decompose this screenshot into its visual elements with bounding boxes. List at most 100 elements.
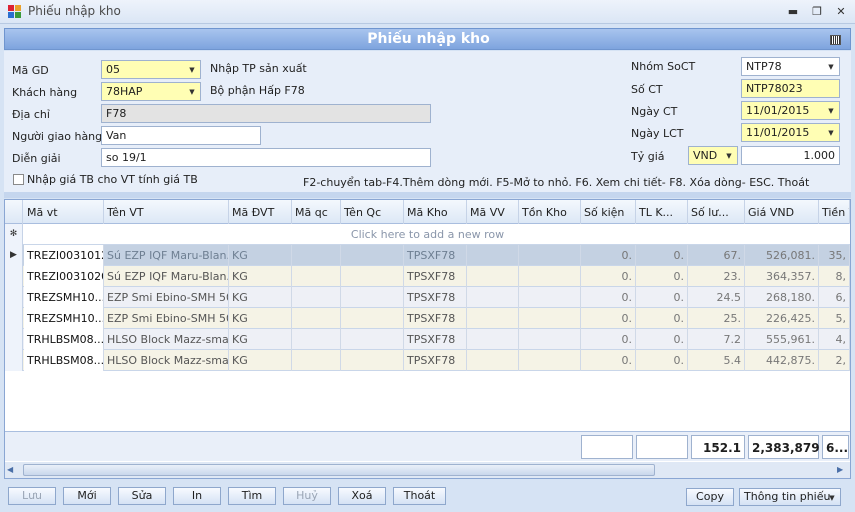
table-cell[interactable]	[341, 329, 404, 350]
table-cell[interactable]: 0.	[636, 287, 688, 308]
table-cell[interactable]: KG	[229, 329, 292, 350]
table-cell[interactable]: 6,	[819, 287, 850, 308]
table-cell[interactable]: Sú EZP IQF Maru-Blan...	[104, 245, 229, 266]
ngay-lct-date-picker[interactable]: 11/01/2015 ▼	[741, 123, 840, 142]
table-cell[interactable]	[341, 287, 404, 308]
table-row[interactable]: TRHLBSM08...HLSO Block Mazz-smar...KG TPS…	[5, 350, 850, 371]
row-indicator[interactable]	[5, 266, 23, 287]
table-cell[interactable]	[341, 245, 404, 266]
table-cell[interactable]: TRHLBSM08...	[24, 329, 104, 350]
table-row[interactable]: ▶ TREZI0031012 Sú EZP IQF Maru-Blan... KG TP…	[5, 245, 850, 266]
table-cell[interactable]: 0.	[636, 308, 688, 329]
save-button[interactable]: Lưu	[8, 487, 56, 505]
gia-tb-checkbox[interactable]	[13, 174, 24, 185]
table-cell[interactable]: 35,	[819, 245, 850, 266]
table-cell[interactable]: EZP Smi Ebino-SMH 50...	[104, 308, 229, 329]
print-button[interactable]: In	[173, 487, 221, 505]
current-row-icon[interactable]: ▶	[5, 245, 23, 266]
table-cell[interactable]: TREZI0031012	[24, 245, 104, 266]
table-cell[interactable]	[292, 350, 341, 371]
dien-giai-input[interactable]: so 19/1	[101, 148, 431, 167]
khach-hang-dropdown[interactable]: 78HAP ▼	[101, 82, 201, 101]
table-cell[interactable]: 23.	[688, 266, 745, 287]
table-cell[interactable]	[519, 245, 581, 266]
so-ct-input[interactable]: NTP78023	[741, 79, 840, 98]
table-cell[interactable]: HLSO Block Mazz-smar...	[104, 329, 229, 350]
table-cell[interactable]: TPSXF78	[404, 245, 467, 266]
chevron-down-icon[interactable]: ▼	[825, 127, 837, 139]
table-cell[interactable]: 442,875.	[745, 350, 819, 371]
table-cell[interactable]: TRHLBSM08...	[24, 350, 104, 371]
column-header[interactable]: Mã qc	[292, 200, 341, 224]
delete-button[interactable]: Xoá	[338, 487, 386, 505]
chevron-down-icon[interactable]: ▼	[825, 61, 837, 73]
chevron-down-icon[interactable]: ▼	[186, 86, 198, 98]
table-cell[interactable]: 8,	[819, 266, 850, 287]
table-cell[interactable]: 0.	[636, 245, 688, 266]
table-cell[interactable]: 0.	[581, 245, 636, 266]
table-cell[interactable]	[292, 287, 341, 308]
table-cell[interactable]	[292, 308, 341, 329]
column-header[interactable]: Số lư...	[688, 200, 745, 224]
table-cell[interactable]	[292, 266, 341, 287]
grip-icon[interactable]	[830, 35, 841, 45]
table-cell[interactable]: TREZSMH10...	[24, 308, 104, 329]
table-cell[interactable]: 0.	[636, 266, 688, 287]
row-indicator[interactable]	[5, 287, 23, 308]
ngay-ct-date-picker[interactable]: 11/01/2015 ▼	[741, 101, 840, 120]
table-cell[interactable]	[519, 266, 581, 287]
new-button[interactable]: Mới	[63, 487, 111, 505]
table-cell[interactable]: EZP Smi Ebino-SMH 50...	[104, 287, 229, 308]
horizontal-scrollbar[interactable]: ◀ ▶	[5, 462, 850, 478]
scroll-right-icon[interactable]: ▶	[837, 465, 847, 475]
table-cell[interactable]: 5.4	[688, 350, 745, 371]
table-cell[interactable]: HLSO Block Mazz-smar...	[104, 350, 229, 371]
table-cell[interactable]: TPSXF78	[404, 266, 467, 287]
column-header[interactable]: TL K...	[636, 200, 688, 224]
table-cell[interactable]: 0.	[636, 350, 688, 371]
chevron-down-icon[interactable]: ▼	[825, 105, 837, 117]
close-button[interactable]: ✕	[830, 3, 852, 20]
table-cell[interactable]: 0.	[581, 350, 636, 371]
table-cell[interactable]	[519, 308, 581, 329]
table-cell[interactable]	[467, 266, 519, 287]
table-cell[interactable]	[292, 329, 341, 350]
chevron-down-icon[interactable]: ▼	[186, 64, 198, 76]
column-header[interactable]: Mã Kho	[404, 200, 467, 224]
exit-button[interactable]: Thoát	[393, 487, 446, 505]
table-cell[interactable]: 0.	[581, 329, 636, 350]
table-cell[interactable]	[519, 329, 581, 350]
table-cell[interactable]: TPSXF78	[404, 308, 467, 329]
table-cell[interactable]: KG	[229, 266, 292, 287]
table-cell[interactable]: TPSXF78	[404, 350, 467, 371]
edit-button[interactable]: Sửa	[118, 487, 166, 505]
maximize-button[interactable]: ❐	[806, 3, 828, 20]
table-row[interactable]: TREZSMH10...EZP Smi Ebino-SMH 50...KG TPS…	[5, 287, 850, 308]
table-cell[interactable]: TREZI0031020	[24, 266, 104, 287]
ty-gia-input[interactable]: 1.000	[741, 146, 840, 165]
table-cell[interactable]: Sú EZP IQF Maru-Blan...	[104, 266, 229, 287]
table-cell[interactable]	[341, 266, 404, 287]
table-cell[interactable]: 555,961.	[745, 329, 819, 350]
table-cell[interactable]: 0.	[636, 329, 688, 350]
chevron-down-icon[interactable]: ▼	[826, 492, 838, 504]
table-cell[interactable]: 24.5	[688, 287, 745, 308]
table-cell[interactable]: 2,	[819, 350, 850, 371]
copy-button[interactable]: Copy	[686, 488, 734, 506]
table-cell[interactable]: 67.	[688, 245, 745, 266]
table-cell[interactable]: 0.	[581, 287, 636, 308]
nguoi-giao-hang-input[interactable]: Van	[101, 126, 261, 145]
table-cell[interactable]: 4,	[819, 329, 850, 350]
table-cell[interactable]: KG	[229, 350, 292, 371]
table-cell[interactable]	[467, 329, 519, 350]
table-row[interactable]: TREZSMH10...EZP Smi Ebino-SMH 50...KG TPS…	[5, 308, 850, 329]
row-indicator[interactable]	[5, 350, 23, 371]
column-header[interactable]: Mã VV	[467, 200, 519, 224]
ma-gd-dropdown[interactable]: 05 ▼	[101, 60, 201, 79]
table-cell[interactable]: 226,425.	[745, 308, 819, 329]
table-cell[interactable]	[467, 308, 519, 329]
table-cell[interactable]: 268,180.	[745, 287, 819, 308]
table-cell[interactable]	[467, 350, 519, 371]
table-cell[interactable]	[519, 287, 581, 308]
table-row[interactable]: TRHLBSM08...HLSO Block Mazz-smar...KG TPS…	[5, 329, 850, 350]
